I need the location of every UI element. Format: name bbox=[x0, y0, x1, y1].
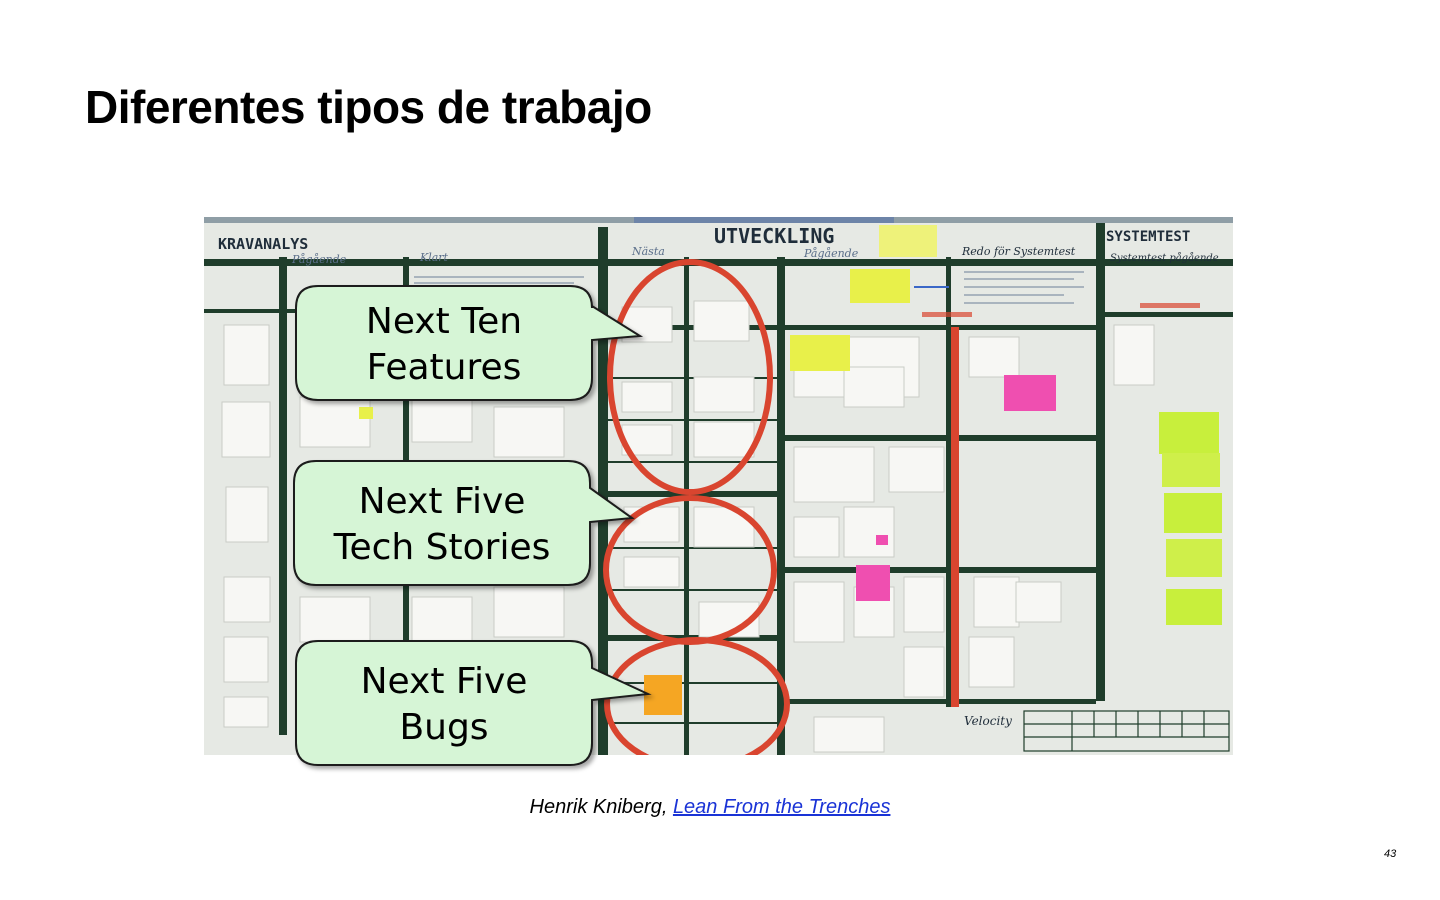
page-number: 43 bbox=[1384, 848, 1397, 860]
sticky-yellow bbox=[850, 269, 910, 303]
sticky-orange bbox=[644, 675, 682, 715]
velocity-label: Velocity bbox=[964, 714, 1012, 728]
callout-bugs-line1: Next Five bbox=[360, 661, 528, 702]
header-kravanalys: KRAVANALYS bbox=[218, 235, 308, 253]
callout-tech-stories-label: Next Five Tech Stories bbox=[294, 479, 590, 571]
callout-bugs-label: Next Five Bugs bbox=[296, 659, 592, 751]
slide-title: Diferentes tipos de trabajo bbox=[85, 81, 652, 133]
sticky-green bbox=[1159, 412, 1219, 454]
caption-link[interactable]: Lean From the Trenches bbox=[673, 796, 891, 818]
header-systemtest-pagaende: Systemtest pågående bbox=[1110, 252, 1219, 264]
header-pagaende-1: Pågående bbox=[291, 253, 347, 266]
header-redo-for-systemtest: Redo för Systemtest bbox=[961, 245, 1076, 258]
caption-author: Henrik Kniberg, bbox=[529, 796, 668, 818]
header-klart: Klart bbox=[419, 251, 449, 264]
photo-caption: Henrik Kniberg, Lean From the Trenches bbox=[0, 796, 1420, 819]
header-nasta: Nästa bbox=[631, 245, 665, 258]
header-utveckling: UTVECKLING bbox=[714, 224, 834, 248]
callout-tech-stories-line1: Next Five bbox=[358, 481, 526, 522]
callout-tech-stories-line2: Tech Stories bbox=[333, 527, 551, 568]
callout-features-line2: Features bbox=[366, 347, 522, 388]
callout-bugs-line2: Bugs bbox=[399, 707, 489, 748]
callout-features-line1: Next Ten bbox=[365, 301, 523, 342]
header-systemtest: SYSTEMTEST bbox=[1106, 229, 1190, 245]
sticky-pink bbox=[1004, 375, 1056, 411]
callout-features-label: Next Ten Features bbox=[296, 299, 592, 391]
header-pagaende-2: Pågående bbox=[803, 247, 859, 260]
